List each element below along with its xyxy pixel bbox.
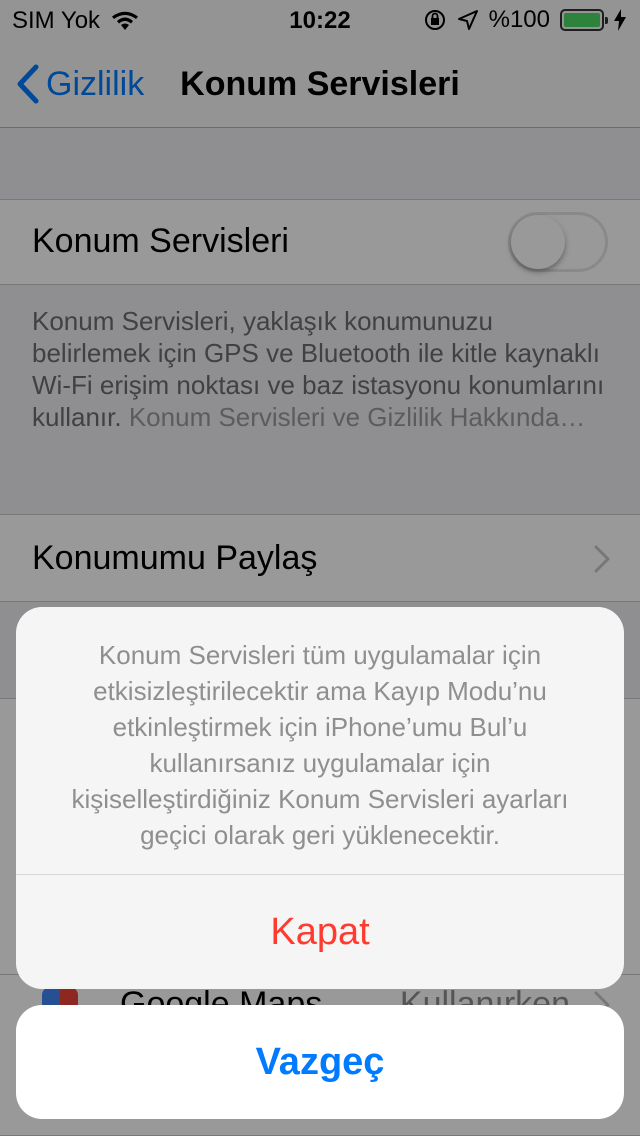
cancel-button[interactable]: Vazgeç <box>16 1005 624 1119</box>
action-sheet: Konum Servisleri tüm uygulamalar için et… <box>16 607 624 989</box>
action-sheet-message: Konum Servisleri tüm uygulamalar için et… <box>71 640 569 850</box>
turn-off-button[interactable]: Kapat <box>16 875 624 989</box>
